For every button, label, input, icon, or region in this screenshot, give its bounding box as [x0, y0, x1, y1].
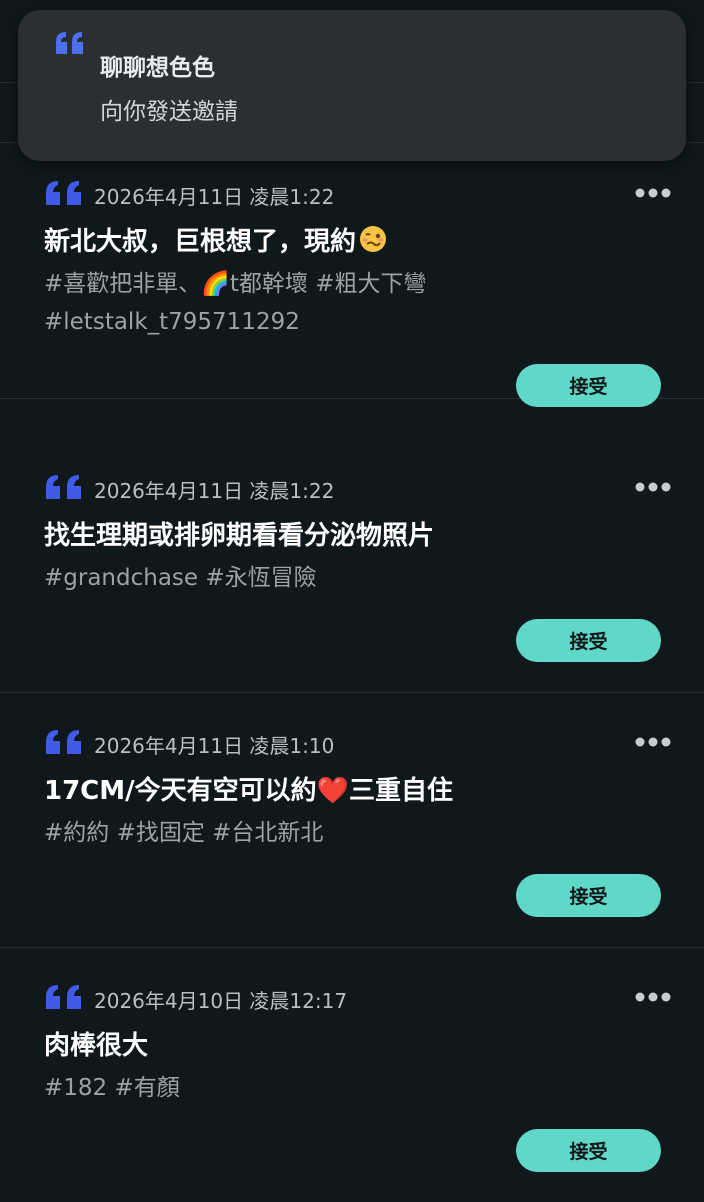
- quote-icon: [46, 181, 81, 205]
- card-tags: #grandchase #永恆冒險: [44, 565, 317, 591]
- more-options-icon[interactable]: [634, 187, 672, 199]
- accept-button[interactable]: 接受: [516, 874, 661, 917]
- toast-subtitle: 向你發送邀請: [100, 99, 238, 125]
- invitation-card[interactable]: 2026年4月11日 凌晨1:22 新北大叔，巨根想了，現約 #喜歡把非單、🌈t…: [0, 143, 704, 407]
- card-timestamp: 2026年4月11日 凌晨1:22: [94, 479, 335, 503]
- card-title: 肉棒很大: [44, 1031, 149, 1061]
- card-tags: #182 #有顏: [44, 1075, 180, 1101]
- toast-title: 聊聊想色色: [100, 55, 215, 81]
- card-timestamp: 2026年4月10日 凌晨12:17: [94, 989, 348, 1013]
- card-timestamp: 2026年4月11日 凌晨1:10: [94, 734, 335, 758]
- card-tags: #喜歡把非單、🌈t都幹壞 #粗大下彎 #letstalk_t795711292: [44, 271, 427, 335]
- quote-icon: [56, 32, 83, 54]
- card-title: 17CM/今天有空可以約❤️三重自住: [44, 776, 454, 806]
- accept-button[interactable]: 接受: [516, 619, 661, 662]
- accept-button[interactable]: 接受: [516, 1129, 661, 1172]
- invitation-toast[interactable]: 聊聊想色色 向你發送邀請: [18, 10, 686, 161]
- accept-button[interactable]: 接受: [516, 364, 661, 407]
- card-title-text: 新北大叔，巨根想了，現約: [44, 227, 357, 257]
- more-options-icon[interactable]: [634, 736, 672, 748]
- card-timestamp: 2026年4月11日 凌晨1:22: [94, 185, 335, 209]
- more-options-icon[interactable]: [634, 481, 672, 493]
- card-title: 新北大叔，巨根想了，現約: [44, 221, 388, 258]
- card-tags: #約約 #找固定 #台北新北: [44, 820, 324, 846]
- invitation-card[interactable]: 2026年4月11日 凌晨1:22 找生理期或排卵期看看分泌物照片 #grand…: [0, 437, 704, 693]
- quote-icon: [46, 985, 81, 1009]
- quote-icon: [46, 475, 81, 499]
- invitation-card[interactable]: 2026年4月10日 凌晨12:17 肉棒很大 #182 #有顏 接受: [0, 947, 704, 1202]
- woozy-face-icon: [360, 226, 387, 252]
- card-title: 找生理期或排卵期看看分泌物照片: [44, 521, 435, 551]
- quote-icon: [46, 730, 81, 754]
- more-options-icon[interactable]: [634, 991, 672, 1003]
- invitation-card[interactable]: 2026年4月11日 凌晨1:10 17CM/今天有空可以約❤️三重自住 #約約…: [0, 692, 704, 948]
